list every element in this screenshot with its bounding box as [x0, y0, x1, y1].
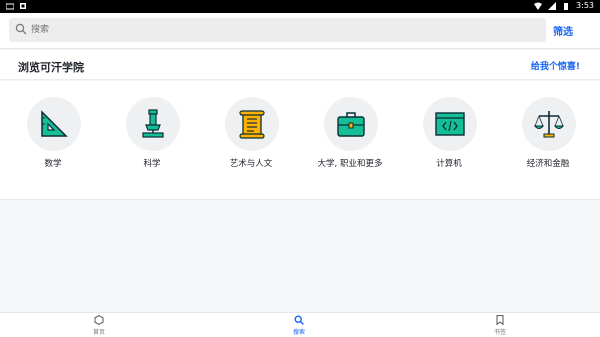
- battery-icon: [564, 2, 569, 10]
- wifi-icon: [534, 2, 543, 10]
- category-label: 经济和金融: [526, 159, 570, 169]
- category-grid: 数学 科学 艺术与人文 大学, 职业和更多 计算机 经济和金融: [0, 81, 600, 200]
- surprise-me-link[interactable]: 给我个惊喜!: [531, 59, 580, 72]
- category-label: 大学, 职业和更多: [317, 159, 383, 169]
- search-box[interactable]: [9, 18, 546, 42]
- bookmark-icon: [496, 315, 504, 325]
- nav-home-label: 首页: [92, 329, 105, 336]
- ruler-triangle-icon: [41, 110, 68, 137]
- category-label: 计算机: [436, 159, 462, 169]
- page-title: 浏览可汗学院: [18, 61, 84, 74]
- category-icon-circle: [324, 97, 378, 151]
- nav-bookmarks-label: 书签: [493, 329, 506, 336]
- briefcase-icon: [337, 112, 365, 137]
- microscope-icon: [142, 109, 164, 138]
- hexagon-home-icon: [94, 315, 104, 325]
- category-computing[interactable]: 计算机: [399, 81, 499, 200]
- category-college-careers[interactable]: 大学, 职业和更多: [300, 81, 400, 200]
- nav-search[interactable]: 搜索: [269, 315, 329, 336]
- category-icon-circle: [225, 97, 279, 151]
- scroll-icon: [239, 110, 265, 139]
- category-economics-finance[interactable]: 经济和金融: [498, 81, 598, 200]
- category-icon-circle: [126, 97, 180, 151]
- search-bar: 筛选: [0, 13, 600, 49]
- keyboard-icon: [6, 3, 14, 10]
- notification-icon: [20, 3, 26, 9]
- nav-search-label: 搜索: [292, 329, 305, 336]
- category-label: 科学: [143, 159, 161, 169]
- nav-bookmarks[interactable]: 书签: [470, 315, 530, 336]
- category-label: 艺术与人文: [229, 159, 273, 169]
- category-icon-circle: [423, 97, 477, 151]
- category-icon-circle: [27, 97, 81, 151]
- signal-icon: [548, 1, 557, 10]
- category-science[interactable]: 科学: [102, 81, 202, 200]
- scales-icon: [533, 111, 565, 138]
- filter-button[interactable]: 筛选: [553, 23, 573, 38]
- category-arts-humanities[interactable]: 艺术与人文: [201, 81, 301, 200]
- bottom-navigation: 首页 搜索 书签: [0, 312, 600, 337]
- browse-header: 浏览可汗学院 给我个惊喜!: [0, 50, 600, 80]
- search-input[interactable]: [31, 21, 531, 39]
- code-window-icon: [435, 112, 465, 136]
- search-icon: [15, 23, 27, 35]
- status-time: 3:53: [576, 1, 594, 10]
- nav-home[interactable]: 首页: [69, 315, 129, 336]
- status-bar: 3:53: [0, 0, 600, 13]
- category-icon-circle: [522, 97, 576, 151]
- category-math[interactable]: 数学: [3, 81, 103, 200]
- category-label: 数学: [44, 159, 62, 169]
- search-icon: [294, 315, 304, 325]
